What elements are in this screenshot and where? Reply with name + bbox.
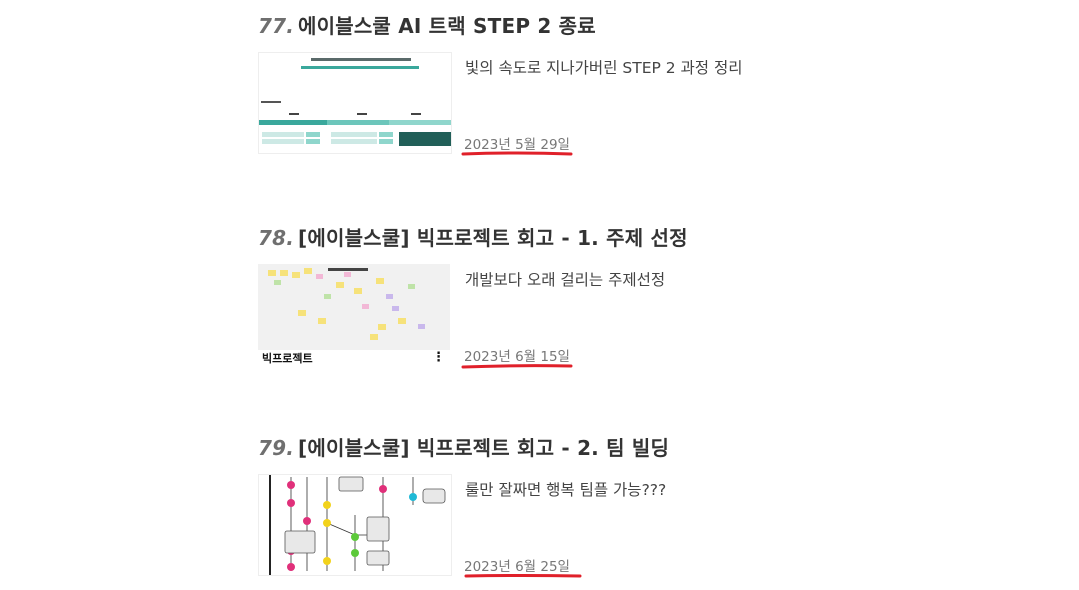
more-menu-icon[interactable]: ⋮ xyxy=(432,349,445,364)
post-title-text[interactable]: [에이블스쿨] 빅프로젝트 회고 - 2. 팀 빌딩 xyxy=(298,436,669,460)
flowchart-thumbnail xyxy=(259,475,451,575)
post-thumbnail[interactable] xyxy=(258,52,452,154)
thumbnail-caption: 빅프로젝트 xyxy=(262,352,313,364)
post-description[interactable]: 빛의 속도로 지나가버린 STEP 2 과정 정리 xyxy=(465,56,743,78)
post-description[interactable]: 개발보다 오래 걸리는 주제선정 xyxy=(465,268,665,290)
sticky-note-board-thumbnail xyxy=(258,264,450,364)
post-date: 2023년 6월 25일 xyxy=(464,559,570,575)
slide-table-thumbnail xyxy=(259,53,451,153)
post-description[interactable]: 룰만 잘짜면 행복 팀플 가능??? xyxy=(465,478,666,500)
post-thumbnail[interactable] xyxy=(258,474,452,576)
post-thumbnail[interactable]: 빅프로젝트 ⋮ xyxy=(258,264,450,364)
post-number: 77. xyxy=(258,14,295,38)
post-title[interactable]: 77. 에이블스쿨 AI 트랙 STEP 2 종료 xyxy=(258,10,596,39)
post-title-text[interactable]: 에이블스쿨 AI 트랙 STEP 2 종료 xyxy=(298,14,596,38)
red-underline xyxy=(464,574,582,578)
post-number: 78. xyxy=(258,226,295,250)
red-underline xyxy=(461,364,573,369)
post-title-text[interactable]: [에이블스쿨] 빅프로젝트 회고 - 1. 주제 선정 xyxy=(298,226,688,250)
post-title[interactable]: 79. [에이블스쿨] 빅프로젝트 회고 - 2. 팀 빌딩 xyxy=(258,432,669,461)
red-underline xyxy=(461,151,573,156)
post-item[interactable]: 79. [에이블스쿨] 빅프로젝트 회고 - 2. 팀 빌딩 룰만 잘짜면 행복… xyxy=(258,432,818,582)
post-title[interactable]: 78. [에이블스쿨] 빅프로젝트 회고 - 1. 주제 선정 xyxy=(258,222,688,251)
post-date: 2023년 6월 15일 xyxy=(464,349,570,365)
post-item[interactable]: 77. 에이블스쿨 AI 트랙 STEP 2 종료 빛의 속도로 지나가버린 ST… xyxy=(258,10,818,160)
post-number: 79. xyxy=(258,436,295,460)
post-item[interactable]: 78. [에이블스쿨] 빅프로젝트 회고 - 1. 주제 선정 빅프로젝트 ⋮ … xyxy=(258,222,818,372)
post-date: 2023년 5월 29일 xyxy=(464,137,570,153)
